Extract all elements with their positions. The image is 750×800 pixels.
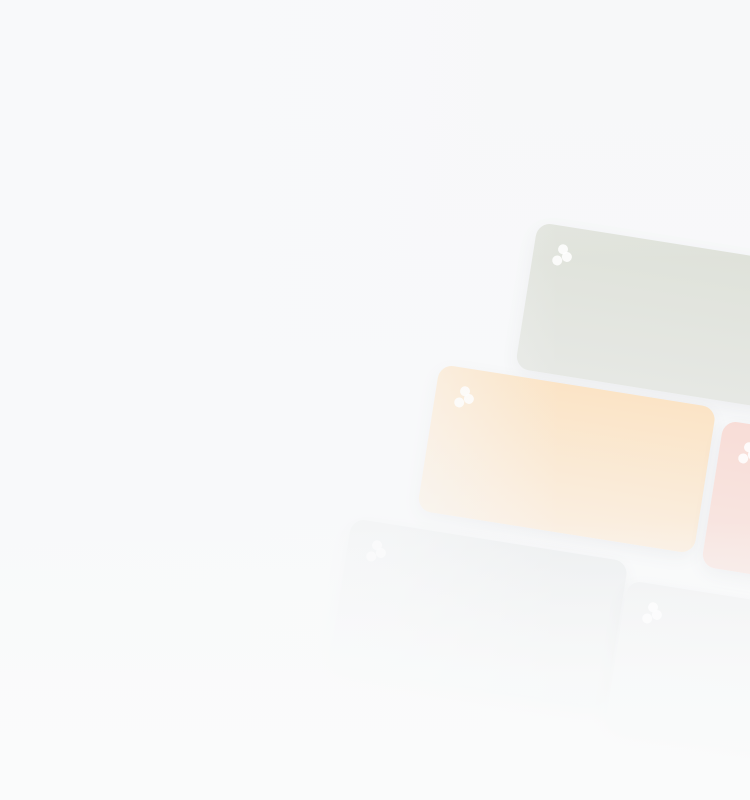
cluster-dots-icon [365,539,390,564]
cluster-dots-icon [551,243,576,268]
cluster-dots-icon [453,385,478,410]
card-grey [328,518,629,708]
card-collage [0,0,750,800]
background-stage [0,0,750,800]
cluster-dots-icon [737,441,750,466]
card-grey-secondary [604,580,750,770]
cluster-dots-icon [641,601,666,626]
